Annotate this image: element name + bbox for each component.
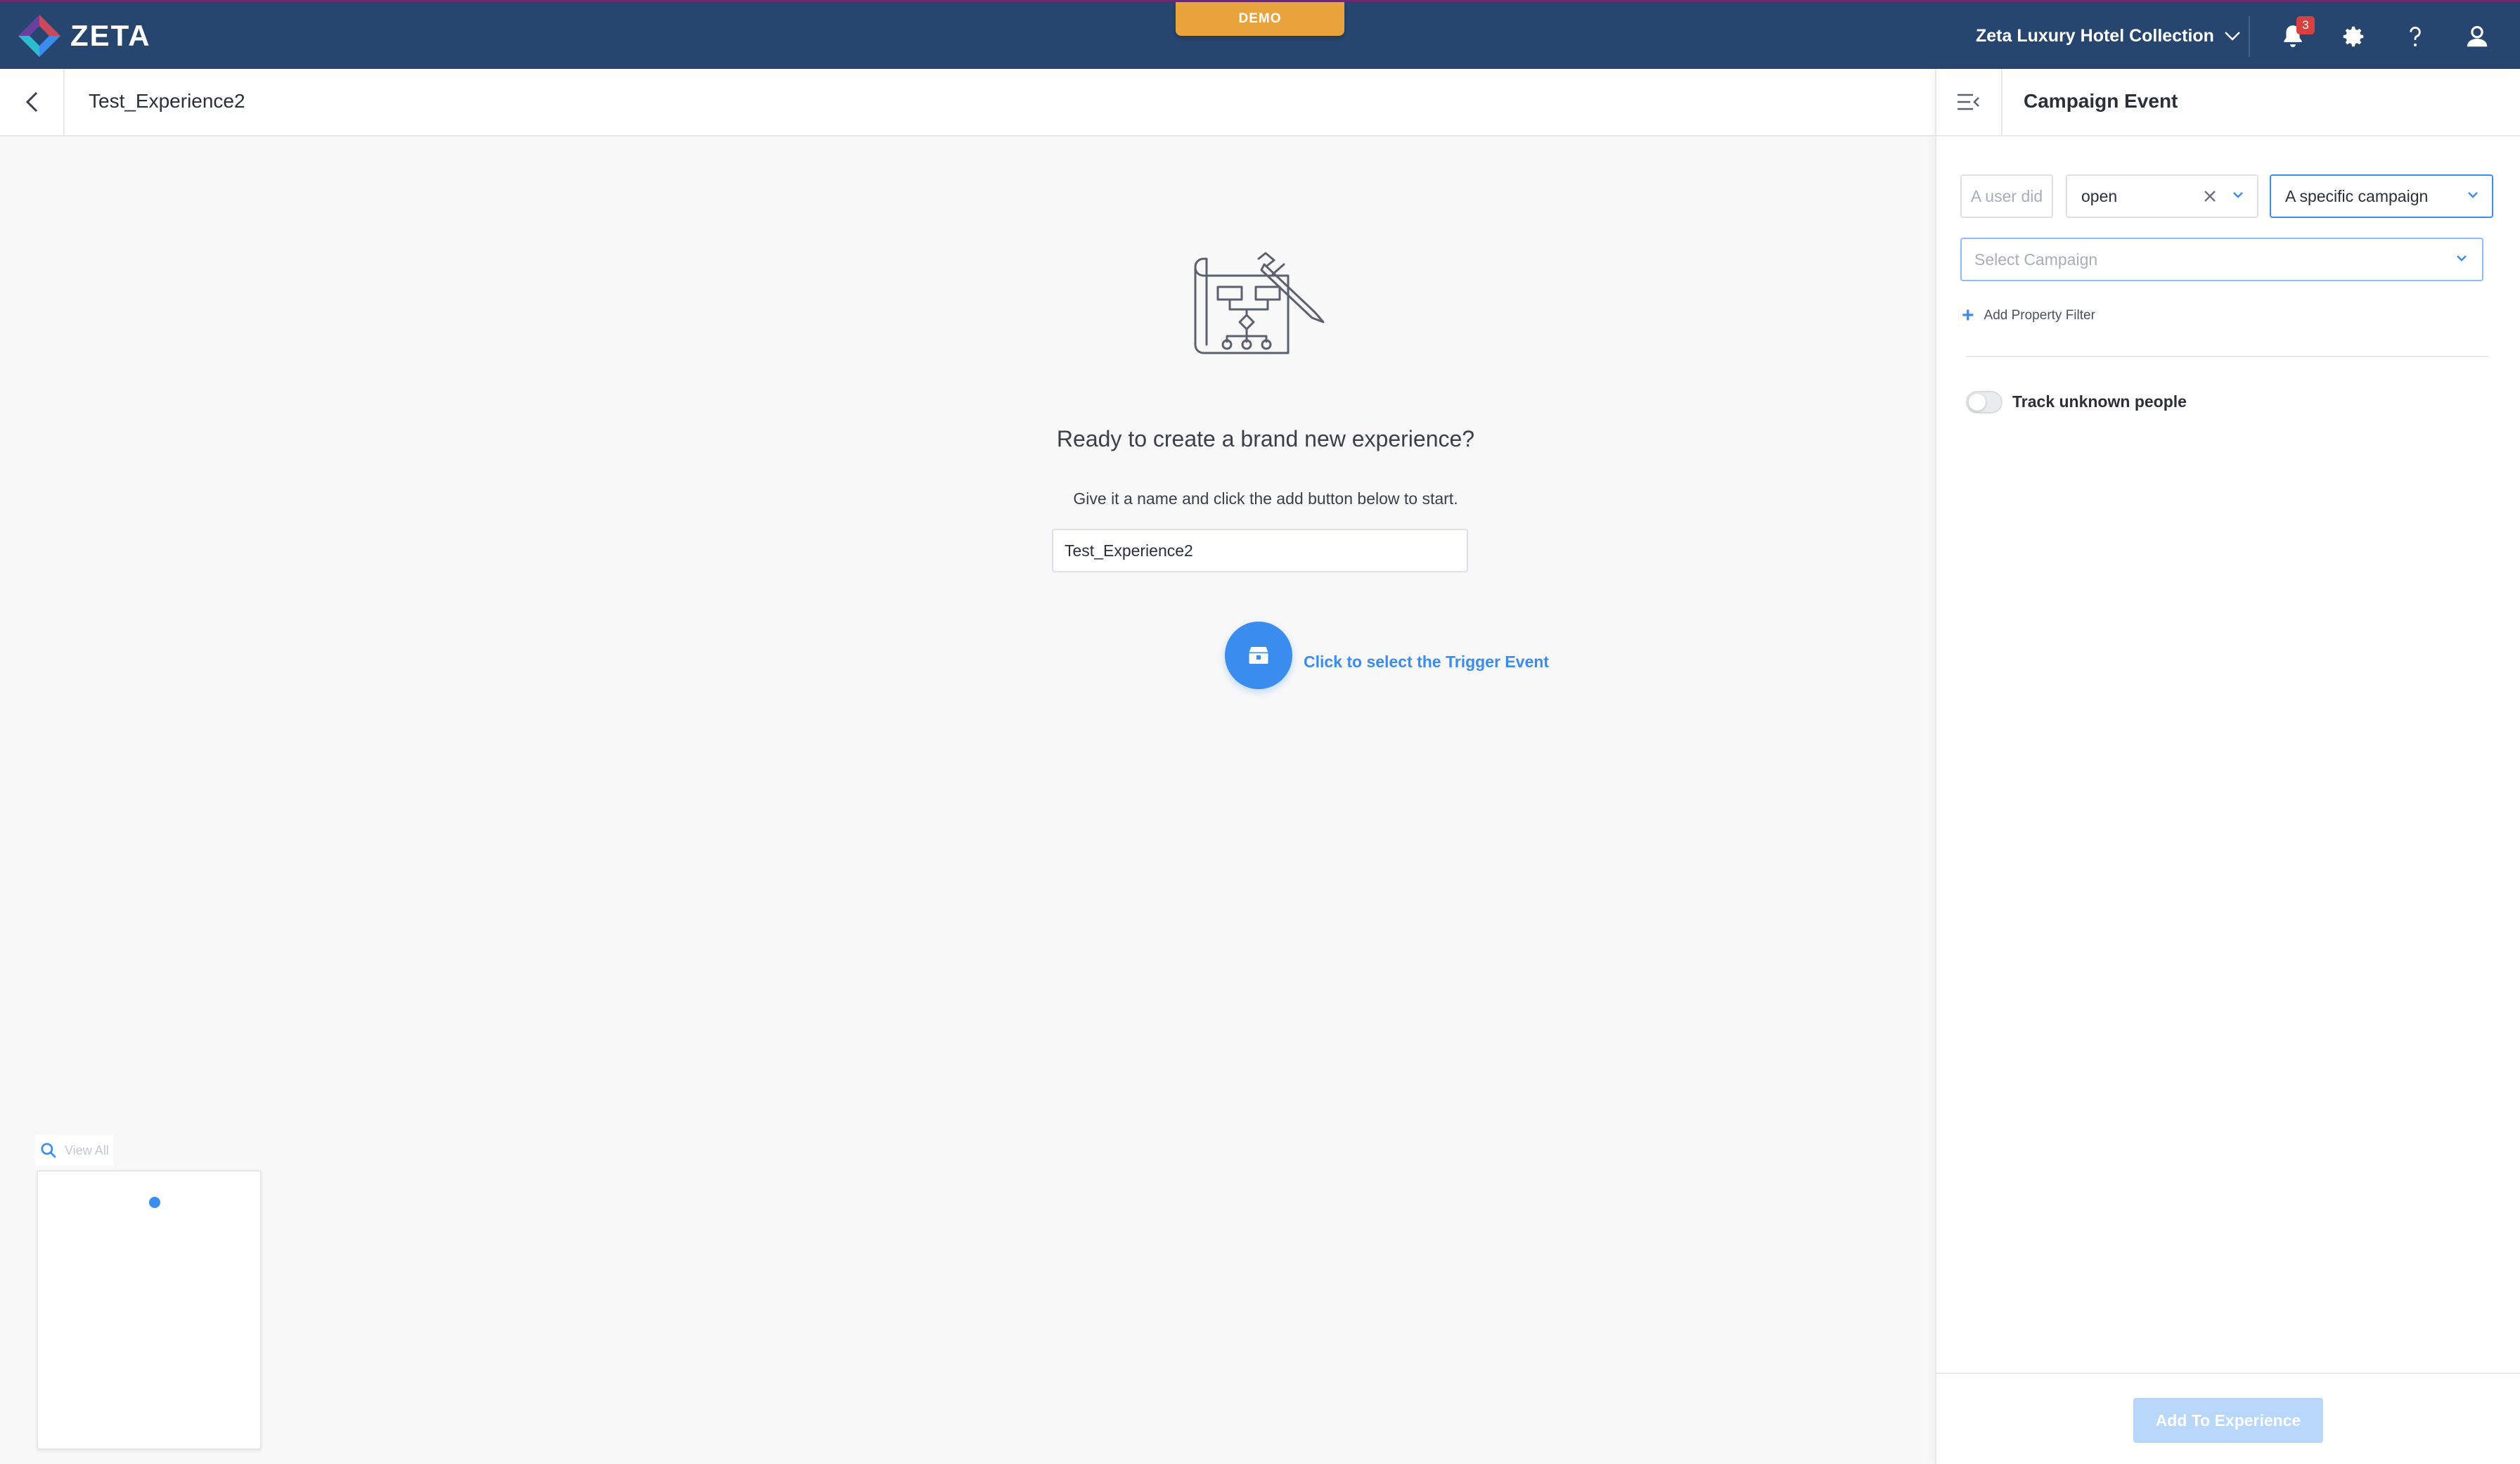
blueprint-illustration — [1194, 252, 1325, 354]
org-selector[interactable]: Zeta Luxury Hotel Collection — [1976, 20, 2241, 51]
campaign-type-value: A specific campaign — [2285, 186, 2429, 205]
minimap-node — [149, 1197, 160, 1208]
panel-title: Campaign Event — [2024, 90, 2178, 112]
add-property-filter-label: Add Property Filter — [1984, 308, 2095, 323]
empty-state-title: Ready to create a brand new experience? — [1056, 426, 1475, 451]
track-unknown-label: Track unknown people — [2012, 392, 2187, 411]
help-button[interactable] — [2399, 20, 2431, 53]
campaign-event-panel: Campaign Event A user did open A specifi… — [1935, 69, 2520, 1464]
trigger-event-icon — [1249, 647, 1268, 664]
plus-icon: + — [1962, 304, 1974, 327]
user-icon — [2467, 25, 2488, 47]
collapse-panel-button[interactable] — [1936, 69, 2002, 135]
back-button[interactable] — [0, 69, 65, 135]
org-name: Zeta Luxury Hotel Collection — [1976, 25, 2214, 46]
add-property-filter-button[interactable]: + Add Property Filter — [1962, 305, 2095, 326]
top-navigation-bar: ZETA DEMO Zeta Luxury Hotel Collection 3 — [0, 0, 2520, 69]
toggle-knob — [1969, 394, 1986, 411]
notification-count-badge: 3 — [2296, 16, 2315, 34]
brand-name: ZETA — [70, 19, 151, 52]
chevron-left-icon — [25, 91, 38, 113]
event-type-value: open — [2081, 186, 2118, 205]
notifications-button[interactable]: 3 — [2277, 16, 2315, 53]
empty-state-subtitle: Give it a name and click the add button … — [1073, 489, 1458, 508]
select-trigger-button[interactable] — [1225, 622, 1292, 689]
experience-title: Test_Experience2 — [89, 90, 245, 112]
help-icon — [2410, 26, 2421, 46]
panel-footer: Add To Experience — [1936, 1373, 2520, 1464]
track-unknown-toggle[interactable] — [1966, 391, 2002, 413]
select-trigger-link[interactable]: Click to select the Trigger Event — [1304, 653, 1549, 672]
chevron-down-icon — [2233, 192, 2243, 198]
zeta-logo[interactable]: ZETA — [17, 13, 151, 58]
select-campaign-dropdown[interactable]: Select Campaign — [1960, 238, 2483, 281]
search-icon — [41, 1143, 56, 1158]
settings-button[interactable] — [2337, 20, 2370, 53]
panel-header: Campaign Event — [1936, 69, 2520, 136]
campaign-type-select[interactable]: A specific campaign — [2270, 174, 2493, 218]
demo-badge: DEMO — [1176, 2, 1344, 36]
experience-name-input[interactable] — [1052, 529, 1468, 572]
user-did-label: A user did — [1960, 174, 2053, 218]
view-all-label: View All — [65, 1143, 109, 1157]
add-to-experience-button[interactable]: Add To Experience — [2133, 1398, 2323, 1443]
chevron-down-icon — [2457, 255, 2467, 262]
panel-divider — [1966, 356, 2489, 357]
chevron-down-icon — [2468, 192, 2478, 198]
canvas-minimap[interactable] — [37, 1170, 262, 1450]
chevron-down-icon — [2225, 32, 2240, 41]
user-profile-button[interactable] — [2461, 20, 2493, 53]
nav-divider — [2249, 16, 2250, 57]
experience-header: Test_Experience2 — [0, 69, 1935, 136]
select-campaign-placeholder: Select Campaign — [1974, 250, 2098, 269]
event-type-select[interactable]: open — [2066, 174, 2258, 218]
zeta-logo-icon — [18, 15, 60, 57]
clear-icon[interactable] — [2201, 187, 2219, 205]
collapse-menu-icon — [1958, 94, 1979, 110]
gear-icon — [2343, 26, 2364, 47]
minimap-view-all[interactable]: View All — [35, 1135, 113, 1166]
